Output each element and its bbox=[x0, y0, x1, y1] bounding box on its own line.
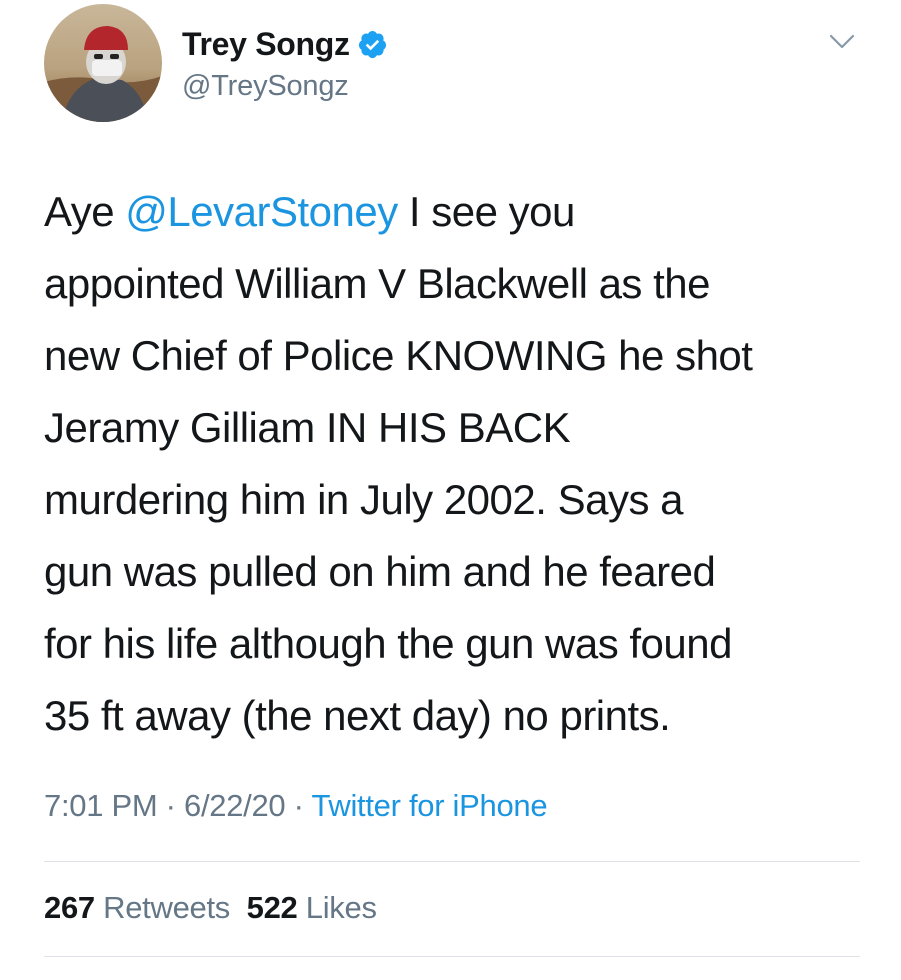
retweets-label: Retweets bbox=[103, 890, 230, 925]
tweet-line: appointed William V Blackwell as the bbox=[44, 260, 710, 307]
tweet-line: 35 ft away (the next day) no prints. bbox=[44, 692, 671, 739]
tweet-line: new Chief of Police KNOWING he shot bbox=[44, 332, 753, 379]
tweet-stats: 267 Retweets 522 Likes bbox=[44, 890, 377, 926]
tweet-text-suffix: I see you bbox=[397, 188, 575, 235]
tweet-line: Jeramy Gilliam IN HIS BACK bbox=[44, 404, 571, 451]
meta-separator: · bbox=[157, 788, 185, 823]
divider bbox=[44, 956, 860, 957]
chevron-down-icon[interactable] bbox=[828, 32, 856, 52]
display-name-row: Trey Songz bbox=[182, 24, 388, 64]
mention-link[interactable]: @LevarStoney bbox=[125, 188, 398, 235]
tweet-header: Trey Songz @TreySongz bbox=[44, 4, 864, 124]
retweets-stat[interactable]: 267 Retweets bbox=[44, 890, 230, 925]
tweet-text: Aye @LevarStoney I see you appointed Wil… bbox=[44, 176, 874, 752]
tweet-date[interactable]: 6/22/20 bbox=[184, 788, 286, 823]
likes-count: 522 bbox=[246, 890, 298, 925]
meta-separator: · bbox=[285, 788, 312, 823]
tweet-time[interactable]: 7:01 PM bbox=[44, 788, 158, 823]
avatar[interactable] bbox=[44, 4, 162, 122]
tweet-line: for his life although the gun was found bbox=[44, 620, 732, 667]
user-handle[interactable]: @TreySongz bbox=[182, 70, 388, 103]
tweet-meta: 7:01 PM · 6/22/20 · Twitter for iPhone bbox=[44, 788, 548, 824]
display-name[interactable]: Trey Songz bbox=[182, 26, 350, 63]
tweet-text-prefix: Aye bbox=[44, 188, 126, 235]
verified-badge-icon bbox=[358, 30, 386, 58]
user-names: Trey Songz @TreySongz bbox=[182, 24, 388, 103]
tweet-line: gun was pulled on him and he feared bbox=[44, 548, 716, 595]
likes-label: Likes bbox=[305, 890, 377, 925]
likes-stat[interactable]: 522 Likes bbox=[247, 890, 377, 925]
tweet-line: murdering him in July 2002. Says a bbox=[44, 476, 683, 523]
tweet-line: Aye @LevarStoney I see you bbox=[44, 176, 874, 248]
divider bbox=[44, 861, 860, 862]
tweet-source-link[interactable]: Twitter for iPhone bbox=[311, 788, 547, 823]
retweets-count: 267 bbox=[44, 890, 95, 925]
